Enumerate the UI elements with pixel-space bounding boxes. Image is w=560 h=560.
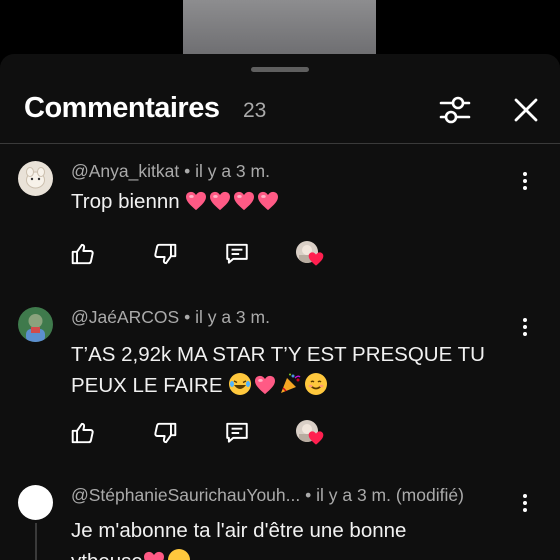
thumbs-down-icon [154, 243, 177, 265]
thumbs-up-icon [71, 243, 94, 265]
thumbs-down-icon [154, 422, 177, 444]
comments-panel: Commentaires 23 @Anya_kitkat • il y a 3 … [0, 54, 560, 560]
more-options-button[interactable] [513, 169, 537, 193]
comment-actions [70, 241, 340, 271]
laughing-tears-emoji [229, 373, 252, 395]
comments-header: Commentaires 23 [0, 84, 560, 142]
pink-heart-emoji [255, 375, 276, 395]
party-popper-emoji [281, 373, 301, 393]
dislike-button[interactable] [152, 241, 178, 267]
comment-meta: @Anya_kitkat • il y a 3 m. [71, 161, 270, 182]
comment-text-content: Je m'abonne ta l'air d'être une bonne [71, 519, 407, 542]
comment-item: @JaéARCOS • il y a 3 m. T’AS 2,92k MA ST… [0, 307, 560, 457]
close-icon [514, 98, 538, 122]
emoji-group [185, 190, 281, 213]
filter-button[interactable] [436, 91, 474, 129]
comment-author[interactable]: @Anya_kitkat [71, 161, 179, 181]
smiling-face-emoji [167, 549, 190, 560]
thread-line [35, 523, 37, 560]
creator-heart-badge [296, 241, 328, 271]
comment-time: • il y a 3 m. [179, 161, 270, 181]
avatar[interactable] [18, 307, 53, 342]
avatar[interactable] [18, 161, 53, 196]
comment-item: @StéphanieSaurichauYouh... • il y a 3 m.… [0, 485, 560, 560]
like-button[interactable] [70, 241, 96, 267]
drag-handle[interactable] [251, 67, 309, 72]
reply-button[interactable] [224, 241, 250, 267]
pink-heart-emoji [143, 551, 164, 560]
more-options-button[interactable] [513, 491, 537, 515]
heart-icon [308, 431, 324, 445]
like-button[interactable] [70, 420, 96, 446]
reply-button[interactable] [224, 420, 250, 446]
comment-author[interactable]: @StéphanieSaurichauYouh... [71, 485, 300, 505]
comment-meta: @StéphanieSaurichauYouh... • il y a 3 m.… [71, 485, 464, 506]
comment-meta: @JaéARCOS • il y a 3 m. [71, 307, 270, 328]
heart-icon [308, 252, 324, 266]
comment-text-line2: ytbeuse [71, 546, 511, 560]
comment-actions [70, 420, 340, 450]
creator-heart-badge [296, 420, 328, 450]
pink-heart-emoji [234, 191, 255, 211]
smiling-face-emoji [305, 373, 328, 395]
more-vertical-icon [523, 318, 527, 336]
pink-heart-emoji [258, 191, 279, 211]
sliders-icon [439, 96, 471, 124]
more-options-button[interactable] [513, 315, 537, 339]
video-thumbnail[interactable] [183, 0, 376, 54]
panel-title: Commentaires [24, 92, 220, 124]
dislike-button[interactable] [152, 420, 178, 446]
comment-author[interactable]: @JaéARCOS [71, 307, 179, 327]
pink-heart-emoji [186, 191, 207, 211]
comment-count: 23 [243, 99, 267, 122]
comment-time: • il y a 3 m. [179, 307, 270, 327]
avatar[interactable] [18, 485, 53, 520]
reply-icon [226, 422, 248, 443]
more-vertical-icon [523, 494, 527, 512]
more-vertical-icon [523, 172, 527, 190]
comment-item: @Anya_kitkat • il y a 3 m. Trop biennn [0, 161, 560, 281]
comment-text-content: Trop biennn [71, 190, 180, 213]
comment-time: • il y a 3 m. (modifié) [300, 485, 464, 505]
comment-text: T’AS 2,92k MA STAR T’Y EST PRESQUE TU PE… [71, 339, 511, 401]
thumbs-up-icon [71, 422, 94, 444]
close-button[interactable] [507, 91, 545, 129]
comment-text: Trop biennn [71, 186, 521, 217]
emoji-group [228, 373, 330, 397]
comment-text: Je m'abonne ta l'air d'être une bonne ytb… [71, 515, 511, 560]
reply-icon [226, 243, 248, 264]
header-divider [0, 143, 560, 144]
pink-heart-emoji [210, 191, 231, 211]
